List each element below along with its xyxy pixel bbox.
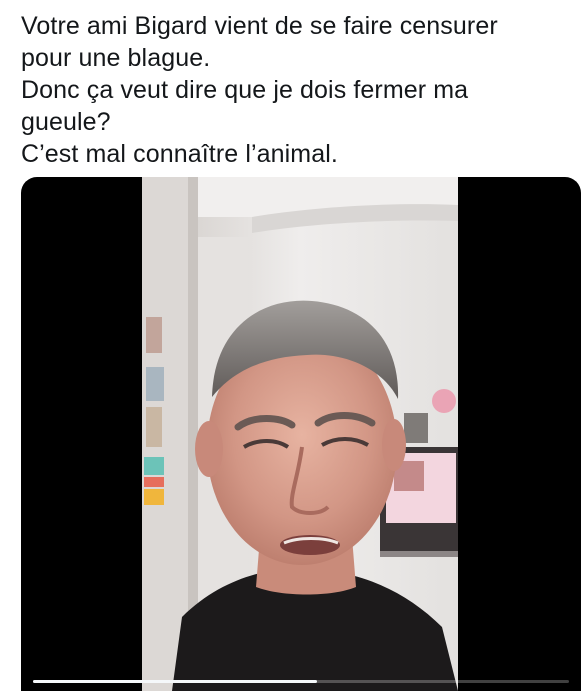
tweet-text-line-cut [21,0,571,10]
tweet-text: Votre ami Bigard vient de se faire censu… [21,0,571,170]
tweet-text-line: Donc ça veut dire que je dois fermer ma [21,76,469,104]
tweet-text-line: Votre ami Bigard vient de se faire censu… [21,12,498,40]
tweet-card: Votre ami Bigard vient de se faire censu… [0,0,588,691]
video-frame-image [142,177,458,691]
video-progress-bar[interactable] [33,680,569,683]
tweet-text-line: gueule? [21,108,111,136]
video-player[interactable] [21,177,581,691]
video-progress-fill [33,680,318,683]
video-frame[interactable] [142,177,458,691]
tweet-text-line: C’est mal connaître l’animal. [21,140,338,168]
tweet-text-line: pour une blague. [21,44,211,72]
